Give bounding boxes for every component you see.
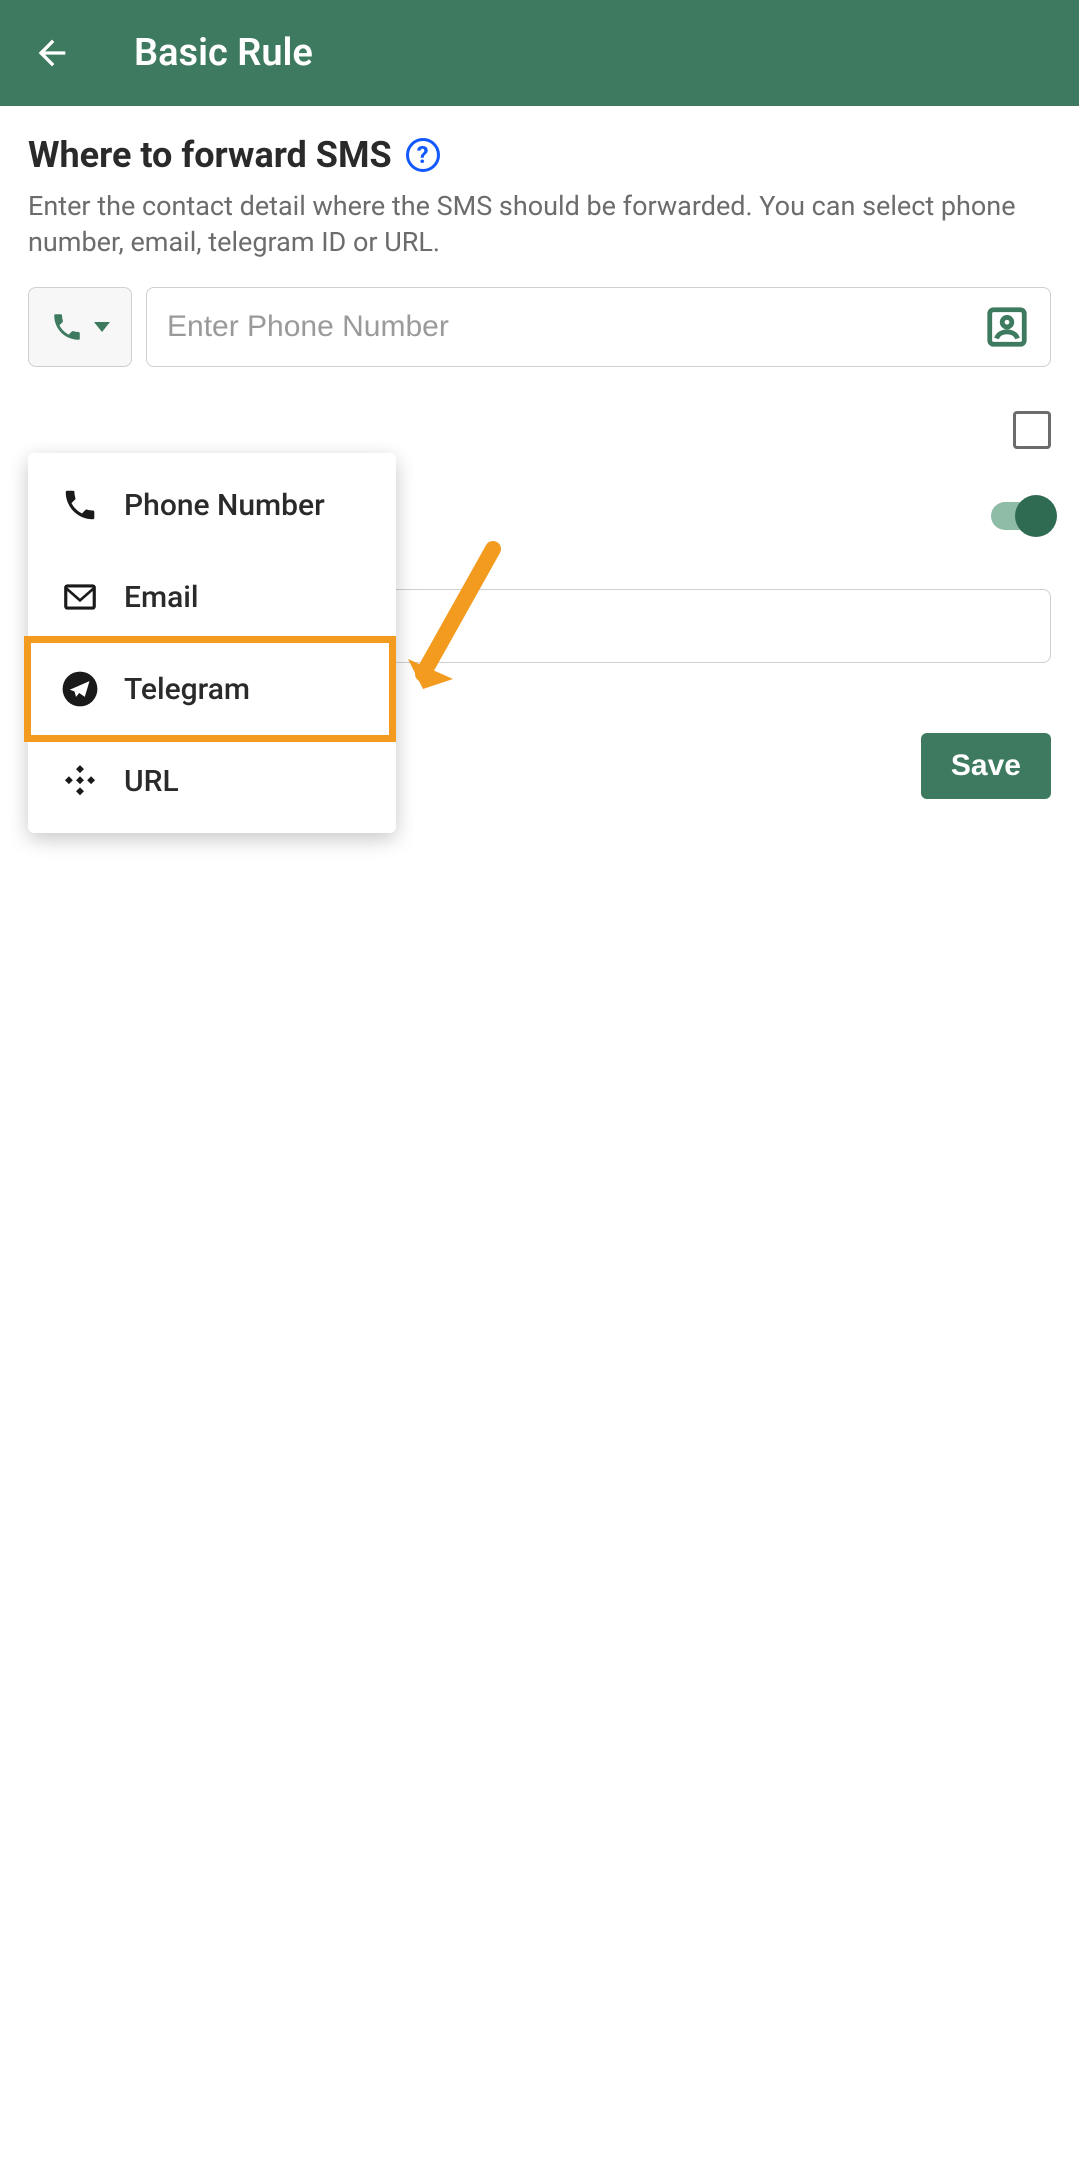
dropdown-option-phone[interactable]: Phone Number	[28, 459, 396, 551]
section-description: Enter the contact detail where the SMS s…	[28, 188, 1051, 261]
toggle-knob	[1015, 495, 1057, 537]
dropdown-option-label: Phone Number	[124, 488, 325, 523]
annotation-arrow	[398, 539, 508, 723]
dropdown-option-label: Email	[124, 580, 199, 615]
dropdown-option-url[interactable]: URL	[28, 735, 396, 827]
dropdown-option-label: Telegram	[124, 672, 250, 707]
help-icon[interactable]: ?	[406, 138, 440, 172]
phone-input-wrapper	[146, 287, 1051, 367]
section-title: Where to forward SMS	[28, 134, 392, 176]
back-icon[interactable]	[30, 31, 74, 75]
dropdown-option-label: URL	[124, 764, 179, 799]
phone-number-input[interactable]	[167, 310, 970, 344]
option-toggle[interactable]	[991, 502, 1051, 530]
url-icon	[60, 761, 100, 801]
contact-picker-icon[interactable]	[984, 304, 1030, 350]
section-heading-row: Where to forward SMS ?	[28, 134, 1051, 176]
contact-type-dropdown: Phone Number Email Telegram URL	[28, 453, 396, 833]
forward-target-row	[28, 287, 1051, 367]
dropdown-option-email[interactable]: Email	[28, 551, 396, 643]
chevron-down-icon	[94, 322, 110, 332]
contact-type-selector[interactable]	[28, 287, 132, 367]
email-icon	[60, 577, 100, 617]
main-content: Where to forward SMS ? Enter the contact…	[0, 106, 1079, 799]
phone-icon	[60, 485, 100, 525]
option-checkbox[interactable]	[1013, 411, 1051, 449]
save-button[interactable]: Save	[921, 733, 1051, 799]
page-title: Basic Rule	[134, 31, 313, 75]
telegram-icon	[60, 669, 100, 709]
phone-icon	[50, 310, 84, 344]
app-header: Basic Rule	[0, 0, 1079, 106]
dropdown-option-telegram[interactable]: Telegram	[24, 636, 396, 742]
